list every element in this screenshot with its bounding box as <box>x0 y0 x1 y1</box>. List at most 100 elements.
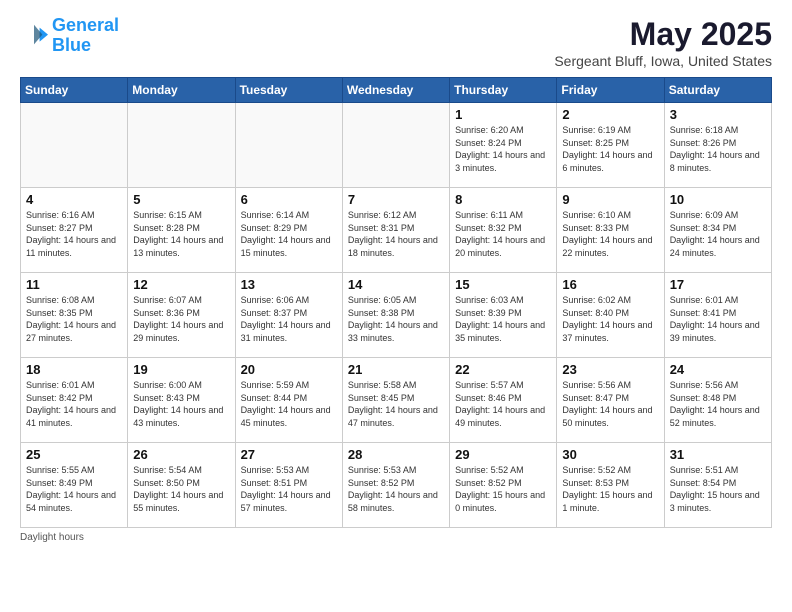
week-row-5: 25 Sunrise: 5:55 AM Sunset: 8:49 PM Dayli… <box>21 443 772 528</box>
footer-note: Daylight hours <box>20 532 772 543</box>
cal-cell: 23Sunrise: 5:56 AM Sunset: 8:47 PM Dayli… <box>557 358 664 443</box>
day-number: 20 <box>241 362 337 377</box>
day-number: 28 <box>348 447 444 462</box>
day-number: 4 <box>26 192 122 207</box>
day-info: Sunrise: 6:05 AM Sunset: 8:38 PM Dayligh… <box>348 294 444 344</box>
col-header-monday: Monday <box>128 78 235 103</box>
cal-cell <box>342 103 449 188</box>
cal-cell: 15 Sunrise: 6:03 AM Sunset: 8:39 PM Dayli… <box>450 273 557 358</box>
cal-cell: 8 Sunrise: 6:11 AM Sunset: 8:32 PM Daylig… <box>450 188 557 273</box>
day-number: 14 <box>348 277 444 292</box>
day-info: Sunrise: 5:53 AM Sunset: 8:52 PM Dayligh… <box>348 464 444 514</box>
day-info: Sunrise: 6:19 AM Sunset: 8:25 PM Dayligh… <box>562 124 658 174</box>
logo-text: General Blue <box>52 16 119 56</box>
col-header-thursday: Thursday <box>450 78 557 103</box>
day-number: 18 <box>26 362 122 377</box>
day-number: 10 <box>670 192 766 207</box>
cal-cell: 28 Sunrise: 5:53 AM Sunset: 8:52 PM Dayli… <box>342 443 449 528</box>
week-row-1: 1Sunrise: 6:20 AM Sunset: 8:24 PM Daylig… <box>21 103 772 188</box>
col-header-saturday: Saturday <box>664 78 771 103</box>
day-info: Sunrise: 6:06 AM Sunset: 8:37 PM Dayligh… <box>241 294 337 344</box>
day-info: Sunrise: 6:15 AM Sunset: 8:28 PM Dayligh… <box>133 209 229 259</box>
cal-cell: 11Sunrise: 6:08 AM Sunset: 8:35 PM Dayli… <box>21 273 128 358</box>
day-number: 23 <box>562 362 658 377</box>
day-number: 16 <box>562 277 658 292</box>
logo-line1: General <box>52 15 119 35</box>
week-row-3: 11Sunrise: 6:08 AM Sunset: 8:35 PM Dayli… <box>21 273 772 358</box>
week-row-2: 4Sunrise: 6:16 AM Sunset: 8:27 PM Daylig… <box>21 188 772 273</box>
day-number: 17 <box>670 277 766 292</box>
month-title: May 2025 <box>554 16 772 53</box>
daylight-label: Daylight hours <box>20 532 84 543</box>
cal-cell: 1Sunrise: 6:20 AM Sunset: 8:24 PM Daylig… <box>450 103 557 188</box>
cal-cell: 2 Sunrise: 6:19 AM Sunset: 8:25 PM Daylig… <box>557 103 664 188</box>
cal-cell: 21Sunrise: 5:58 AM Sunset: 8:45 PM Dayli… <box>342 358 449 443</box>
day-info: Sunrise: 5:57 AM Sunset: 8:46 PM Dayligh… <box>455 379 551 429</box>
cal-cell: 9 Sunrise: 6:10 AM Sunset: 8:33 PM Daylig… <box>557 188 664 273</box>
day-number: 27 <box>241 447 337 462</box>
day-info: Sunrise: 6:01 AM Sunset: 8:42 PM Dayligh… <box>26 379 122 429</box>
day-info: Sunrise: 5:52 AM Sunset: 8:52 PM Dayligh… <box>455 464 551 514</box>
logo-icon <box>20 22 48 50</box>
day-number: 13 <box>241 277 337 292</box>
cal-cell: 3Sunrise: 6:18 AM Sunset: 8:26 PM Daylig… <box>664 103 771 188</box>
cal-cell: 6 Sunrise: 6:14 AM Sunset: 8:29 PM Daylig… <box>235 188 342 273</box>
day-info: Sunrise: 6:00 AM Sunset: 8:43 PM Dayligh… <box>133 379 229 429</box>
day-number: 30 <box>562 447 658 462</box>
col-header-sunday: Sunday <box>21 78 128 103</box>
cal-cell: 20 Sunrise: 5:59 AM Sunset: 8:44 PM Dayli… <box>235 358 342 443</box>
day-number: 31 <box>670 447 766 462</box>
cal-cell: 12Sunrise: 6:07 AM Sunset: 8:36 PM Dayli… <box>128 273 235 358</box>
logo: General Blue <box>20 16 119 56</box>
day-info: Sunrise: 6:09 AM Sunset: 8:34 PM Dayligh… <box>670 209 766 259</box>
day-info: Sunrise: 6:02 AM Sunset: 8:40 PM Dayligh… <box>562 294 658 344</box>
cal-cell <box>235 103 342 188</box>
day-number: 2 <box>562 107 658 122</box>
cal-cell: 31 Sunrise: 5:51 AM Sunset: 8:54 PM Dayli… <box>664 443 771 528</box>
cal-cell: 7 Sunrise: 6:12 AM Sunset: 8:31 PM Daylig… <box>342 188 449 273</box>
cal-cell: 4Sunrise: 6:16 AM Sunset: 8:27 PM Daylig… <box>21 188 128 273</box>
day-number: 9 <box>562 192 658 207</box>
day-info: Sunrise: 5:54 AM Sunset: 8:50 PM Dayligh… <box>133 464 229 514</box>
calendar-header-row: SundayMondayTuesdayWednesdayThursdayFrid… <box>21 78 772 103</box>
title-block: May 2025 Sergeant Bluff, Iowa, United St… <box>554 16 772 69</box>
cal-cell: 14 Sunrise: 6:05 AM Sunset: 8:38 PM Dayli… <box>342 273 449 358</box>
cal-cell <box>128 103 235 188</box>
calendar-table: SundayMondayTuesdayWednesdayThursdayFrid… <box>20 77 772 528</box>
day-info: Sunrise: 6:12 AM Sunset: 8:31 PM Dayligh… <box>348 209 444 259</box>
day-info: Sunrise: 6:01 AM Sunset: 8:41 PM Dayligh… <box>670 294 766 344</box>
week-row-4: 18 Sunrise: 6:01 AM Sunset: 8:42 PM Dayli… <box>21 358 772 443</box>
cal-cell: 22 Sunrise: 5:57 AM Sunset: 8:46 PM Dayli… <box>450 358 557 443</box>
cal-cell: 13 Sunrise: 6:06 AM Sunset: 8:37 PM Dayli… <box>235 273 342 358</box>
day-number: 8 <box>455 192 551 207</box>
day-info: Sunrise: 5:51 AM Sunset: 8:54 PM Dayligh… <box>670 464 766 514</box>
cal-cell: 18 Sunrise: 6:01 AM Sunset: 8:42 PM Dayli… <box>21 358 128 443</box>
day-info: Sunrise: 6:14 AM Sunset: 8:29 PM Dayligh… <box>241 209 337 259</box>
cal-cell: 30 Sunrise: 5:52 AM Sunset: 8:53 PM Dayli… <box>557 443 664 528</box>
day-number: 6 <box>241 192 337 207</box>
day-info: Sunrise: 6:10 AM Sunset: 8:33 PM Dayligh… <box>562 209 658 259</box>
day-number: 15 <box>455 277 551 292</box>
day-number: 3 <box>670 107 766 122</box>
cal-cell: 25 Sunrise: 5:55 AM Sunset: 8:49 PM Dayli… <box>21 443 128 528</box>
day-number: 1 <box>455 107 551 122</box>
day-number: 7 <box>348 192 444 207</box>
day-number: 21 <box>348 362 444 377</box>
cal-cell: 26Sunrise: 5:54 AM Sunset: 8:50 PM Dayli… <box>128 443 235 528</box>
day-number: 19 <box>133 362 229 377</box>
day-info: Sunrise: 5:53 AM Sunset: 8:51 PM Dayligh… <box>241 464 337 514</box>
day-info: Sunrise: 6:03 AM Sunset: 8:39 PM Dayligh… <box>455 294 551 344</box>
cal-cell: 10 Sunrise: 6:09 AM Sunset: 8:34 PM Dayli… <box>664 188 771 273</box>
day-info: Sunrise: 5:55 AM Sunset: 8:49 PM Dayligh… <box>26 464 122 514</box>
day-number: 25 <box>26 447 122 462</box>
day-number: 22 <box>455 362 551 377</box>
day-info: Sunrise: 5:59 AM Sunset: 8:44 PM Dayligh… <box>241 379 337 429</box>
day-info: Sunrise: 6:07 AM Sunset: 8:36 PM Dayligh… <box>133 294 229 344</box>
col-header-wednesday: Wednesday <box>342 78 449 103</box>
cal-cell: 17 Sunrise: 6:01 AM Sunset: 8:41 PM Dayli… <box>664 273 771 358</box>
day-info: Sunrise: 5:56 AM Sunset: 8:48 PM Dayligh… <box>670 379 766 429</box>
day-number: 5 <box>133 192 229 207</box>
cal-cell <box>21 103 128 188</box>
day-info: Sunrise: 6:11 AM Sunset: 8:32 PM Dayligh… <box>455 209 551 259</box>
day-info: Sunrise: 5:52 AM Sunset: 8:53 PM Dayligh… <box>562 464 658 514</box>
